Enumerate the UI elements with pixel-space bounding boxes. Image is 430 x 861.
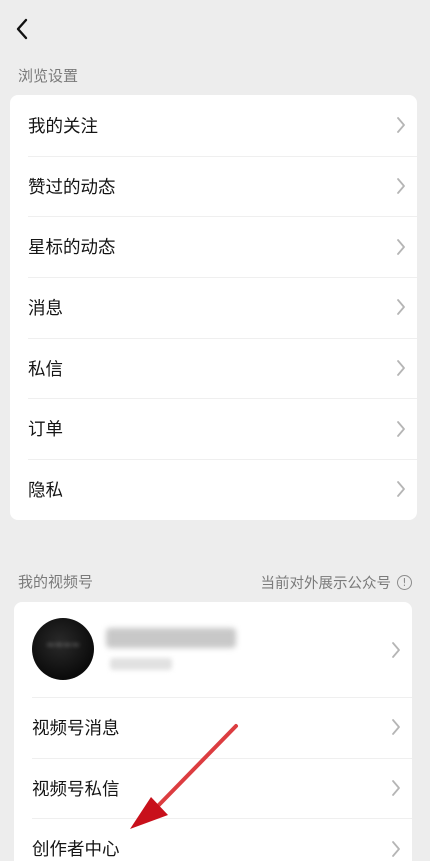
chevron-right-icon (390, 840, 402, 858)
info-circle-icon: ! (397, 575, 412, 590)
chevron-right-icon (395, 177, 407, 195)
avatar-logo-mark: ~~~~ (46, 640, 80, 651)
chevron-right-icon (395, 298, 407, 316)
row-orders[interactable]: 订单 (10, 398, 417, 459)
chevron-right-icon (390, 718, 402, 736)
row-label: 隐私 (28, 480, 63, 501)
row-label: 赞过的动态 (28, 177, 116, 198)
chevron-left-icon (16, 18, 28, 40)
row-label: 星标的动态 (28, 238, 116, 259)
chevron-right-icon (395, 238, 407, 256)
channels-card: ~~~~ 视频号消息 视频号私信 创作者中心 (14, 602, 412, 861)
back-button[interactable] (6, 12, 38, 46)
row-privacy[interactable]: 隐私 (10, 459, 417, 520)
row-label: 视频号私信 (32, 779, 120, 800)
channels-section-title: 我的视频号 (18, 573, 94, 591)
row-label: 订单 (28, 420, 63, 441)
row-following[interactable]: 我的关注 (10, 95, 417, 156)
chevron-right-icon (395, 420, 407, 438)
browse-settings-card: 我的关注 赞过的动态 星标的动态 消息 私信 订单 隐私 (10, 95, 417, 520)
row-label: 视频号消息 (32, 718, 120, 739)
row-label: 私信 (28, 359, 63, 380)
chevron-right-icon (395, 116, 407, 134)
top-bar (0, 0, 430, 58)
avatar: ~~~~ (32, 618, 94, 680)
row-liked-posts[interactable]: 赞过的动态 (10, 155, 417, 217)
row-starred-posts[interactable]: 星标的动态 (10, 216, 417, 277)
row-channel-private-messages[interactable]: 视频号私信 (14, 757, 412, 819)
channel-subtitle-redacted (110, 658, 172, 670)
row-messages[interactable]: 消息 (10, 277, 417, 338)
chevron-right-icon (395, 480, 407, 498)
row-private-messages[interactable]: 私信 (10, 337, 417, 399)
browse-section-title: 浏览设置 (18, 67, 79, 85)
settings-page: 浏览设置 我的关注 赞过的动态 星标的动态 消息 私信 订单 隐私 我的视频号 … (0, 0, 430, 861)
row-channel-messages[interactable]: 视频号消息 (14, 697, 412, 758)
chevron-right-icon (390, 641, 402, 659)
current-account-note[interactable]: 当前对外展示公众号 ! (260, 572, 412, 593)
row-creator-center[interactable]: 创作者中心 (14, 818, 412, 861)
current-account-note-label: 当前对外展示公众号 (260, 576, 392, 592)
channel-profile-row[interactable]: ~~~~ (14, 602, 412, 697)
row-label: 创作者中心 (32, 840, 120, 861)
row-label: 消息 (28, 298, 63, 319)
chevron-right-icon (395, 359, 407, 377)
channel-name-redacted (106, 628, 236, 648)
chevron-right-icon (390, 779, 402, 797)
row-label: 我的关注 (28, 116, 98, 137)
